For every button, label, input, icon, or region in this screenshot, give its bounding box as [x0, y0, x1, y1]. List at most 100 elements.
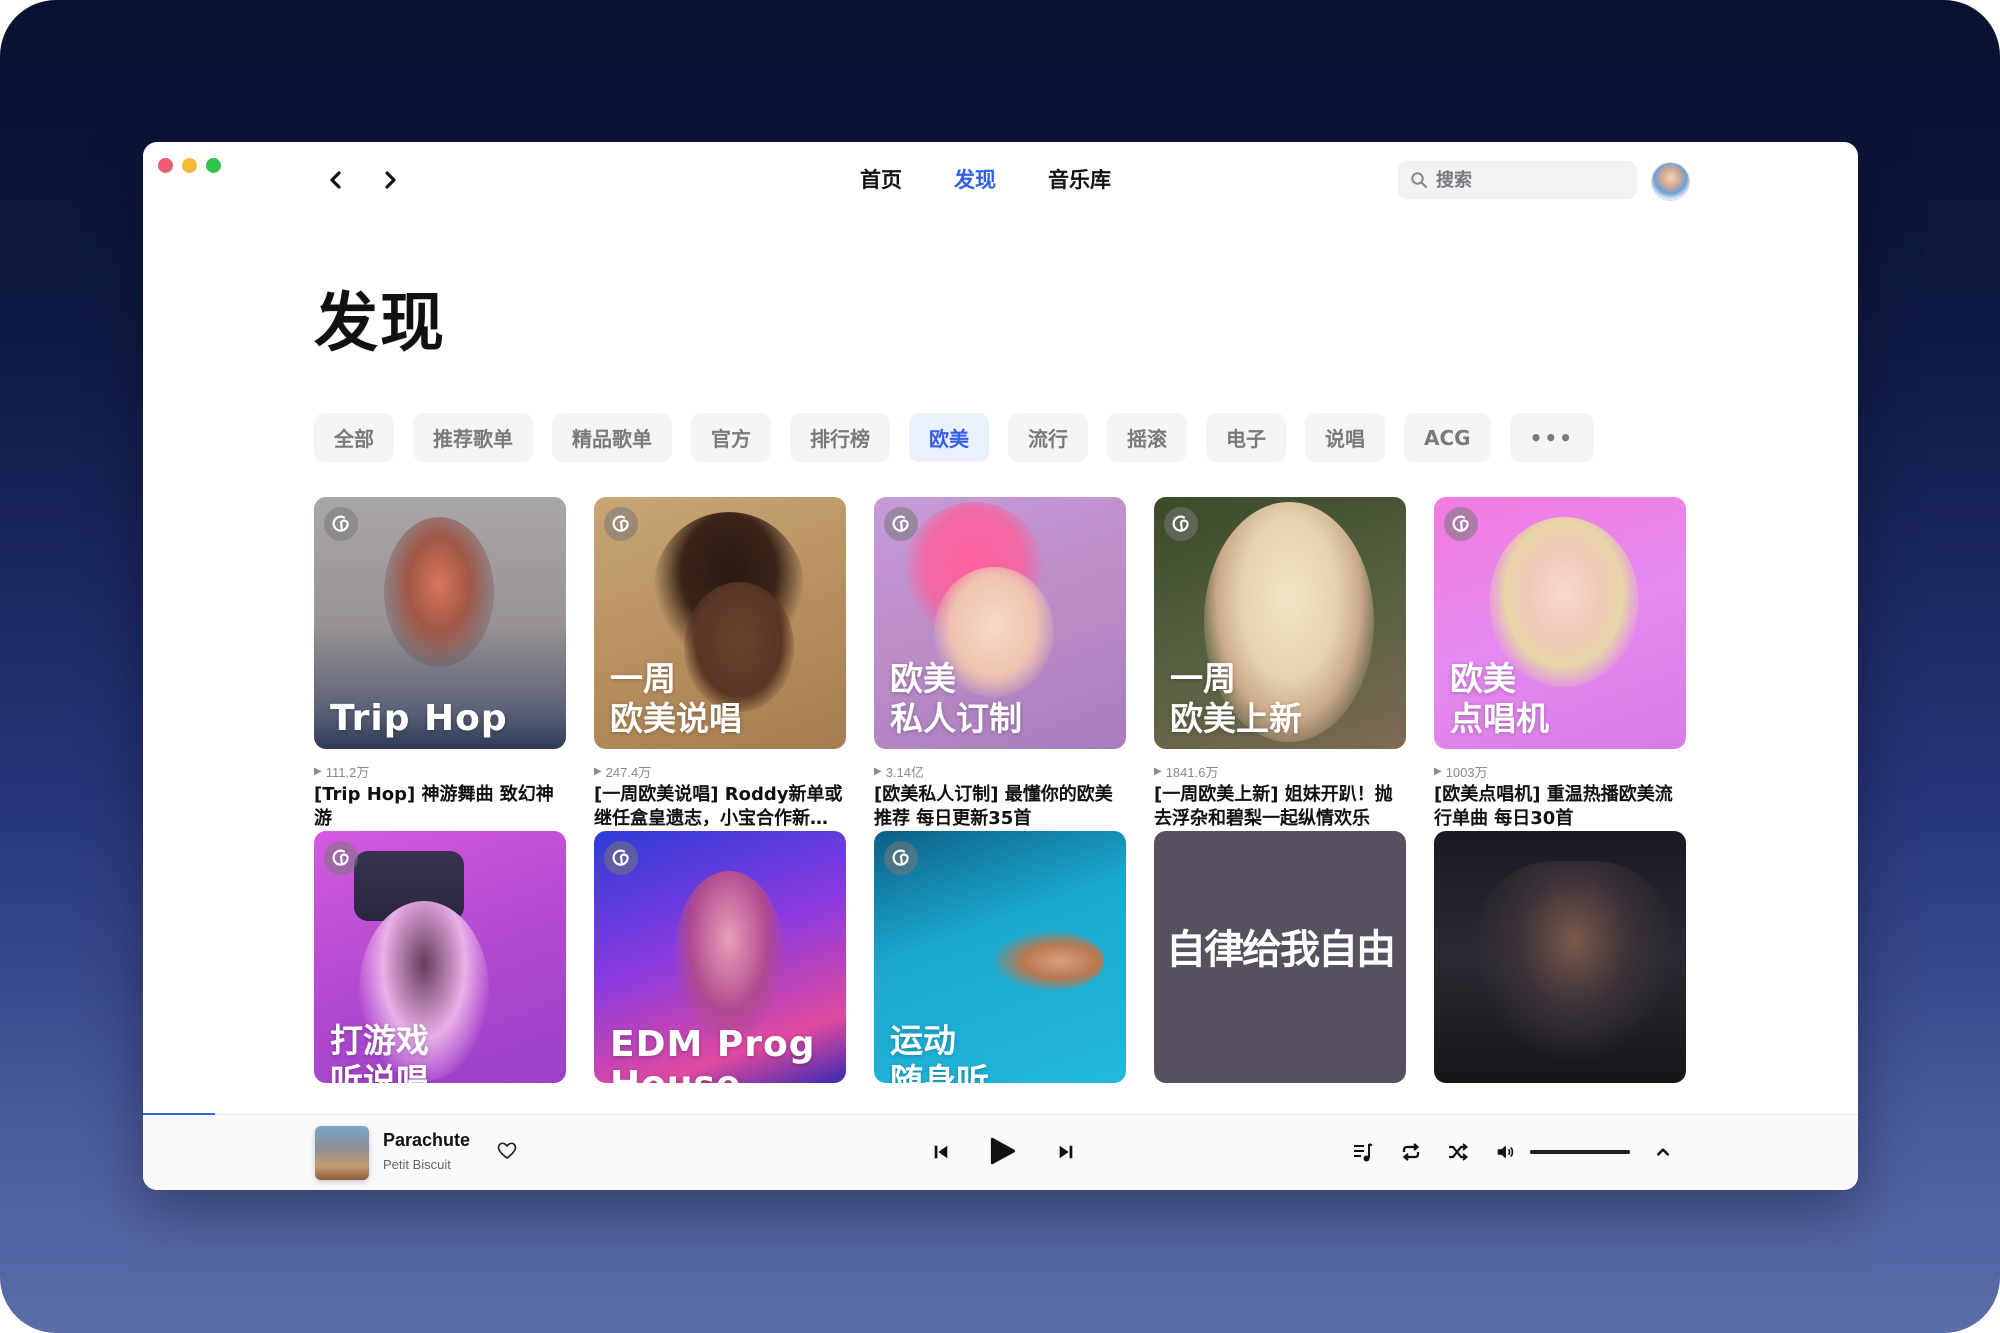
minimize-window-button[interactable] — [182, 158, 197, 173]
overlay-line: 运动 — [890, 1021, 956, 1060]
playlist-card[interactable]: 一周 欧美说唱 ▶ 247.4万 [一周欧美说唱] Roddy新单或继任盒皇遗志，… — [594, 497, 846, 831]
play-count-icon: ▶ — [314, 765, 322, 777]
previous-icon — [934, 1145, 948, 1159]
overlay-line: 私人订制 — [890, 699, 1022, 738]
playlist-cover[interactable]: 打游戏 听说唱 — [314, 831, 566, 1083]
repeat-button[interactable] — [1398, 1139, 1424, 1165]
maximize-window-button[interactable] — [206, 158, 221, 173]
playlist-card[interactable]: 欧美 私人订制 ▶ 3.14亿 [欧美私人订制] 最懂你的欧美推荐 每日更新35首 — [874, 497, 1126, 831]
category-chip-premium[interactable]: 精品歌单 — [552, 413, 672, 462]
play-count: ▶ 3.14亿 — [874, 763, 1126, 780]
category-chip-pop[interactable]: 流行 — [1008, 413, 1088, 462]
play-count: ▶ 247.4万 — [594, 763, 846, 780]
tab-discover[interactable]: 发现 — [954, 164, 996, 194]
playlist-cover[interactable]: 一周 欧美上新 — [1154, 497, 1406, 749]
playback-progress-bar[interactable] — [143, 1113, 1858, 1115]
cover-artwork — [384, 517, 494, 667]
playlist-cover[interactable]: 一周 欧美说唱 — [594, 497, 846, 749]
more-categories-button[interactable]: ••• — [1509, 413, 1594, 462]
like-button[interactable] — [496, 1140, 518, 1162]
playlist-title[interactable]: [一周欧美说唱] Roddy新单或继任盒皇遗志，小宝合作新… — [594, 783, 846, 831]
playlist-card[interactable]: 运动 随身听 — [874, 831, 1126, 1083]
now-playing-cover[interactable] — [315, 1126, 369, 1180]
category-chip-recommended[interactable]: 推荐歌单 — [413, 413, 533, 462]
play-count: ▶ 111.2万 — [314, 763, 566, 780]
volume-button[interactable] — [1492, 1139, 1518, 1165]
cover-artwork — [994, 931, 1104, 991]
overlay-line: House — [610, 1065, 815, 1084]
category-filter-bar: 全部 推荐歌单 精品歌单 官方 排行榜 欧美 流行 摇滚 电子 说唱 ACG •… — [314, 413, 1594, 462]
category-chip-western[interactable]: 欧美 — [909, 413, 989, 462]
category-chip-acg[interactable]: ACG — [1404, 413, 1491, 462]
page-title: 发现 — [314, 287, 446, 361]
playlist-cover[interactable]: 运动 随身听 — [874, 831, 1126, 1083]
close-window-button[interactable] — [158, 158, 173, 173]
netease-logo-icon — [1444, 507, 1478, 541]
playlist-title[interactable]: [Trip Hop] 神游舞曲 致幻神游 — [314, 783, 566, 831]
playlist-cover[interactable] — [1434, 831, 1686, 1083]
volume-slider[interactable] — [1530, 1150, 1630, 1154]
cover-overlay-text: Trip Hop — [330, 699, 508, 739]
playlist-card[interactable] — [1434, 831, 1686, 1083]
category-chip-electronic[interactable]: 电子 — [1206, 413, 1286, 462]
playlist-cover[interactable]: 自律给我自由 — [1154, 831, 1406, 1083]
cover-overlay-text: 欧美 私人订制 — [890, 659, 1022, 739]
now-playing-title[interactable]: Parachute — [383, 1130, 470, 1151]
tab-home[interactable]: 首页 — [860, 164, 902, 194]
play-count-icon: ▶ — [1434, 765, 1442, 777]
playlist-card[interactable]: EDM Prog House — [594, 831, 846, 1083]
category-chip-official[interactable]: 官方 — [691, 413, 771, 462]
play-count-icon: ▶ — [874, 765, 882, 777]
next-button[interactable] — [1053, 1139, 1079, 1165]
heart-icon — [497, 1142, 517, 1159]
shuffle-icon — [1449, 1143, 1469, 1161]
overlay-line: 欧美上新 — [1170, 699, 1302, 738]
back-button[interactable] — [323, 166, 347, 194]
chevron-left-icon — [330, 171, 341, 189]
cover-artwork — [1474, 861, 1674, 1061]
playlist-cover[interactable]: 欧美 点唱机 — [1434, 497, 1686, 749]
playlist-cover[interactable]: Trip Hop — [314, 497, 566, 749]
shuffle-button[interactable] — [1445, 1139, 1471, 1165]
playlist-row: Trip Hop ▶ 111.2万 [Trip Hop] 神游舞曲 致幻神游 一周 — [314, 497, 1686, 831]
cover-overlay-text: 打游戏 听说唱 — [330, 1021, 429, 1083]
play-count-value: 247.4万 — [605, 764, 652, 780]
playlist-button[interactable] — [1350, 1139, 1376, 1165]
forward-button[interactable] — [379, 166, 403, 194]
search-box[interactable] — [1398, 161, 1637, 199]
netease-logo-icon — [884, 507, 918, 541]
previous-button[interactable] — [928, 1139, 954, 1165]
overlay-line: 随身听 — [890, 1061, 989, 1083]
playlist-cover[interactable]: EDM Prog House — [594, 831, 846, 1083]
category-chip-rap[interactable]: 说唱 — [1305, 413, 1385, 462]
next-icon — [1059, 1145, 1073, 1159]
tab-library[interactable]: 音乐库 — [1048, 164, 1111, 194]
overlay-line: 一周 — [1170, 659, 1236, 698]
playlist-card[interactable]: 一周 欧美上新 ▶ 1841.6万 [一周欧美上新] 姐妹开趴！抛去浮杂和碧梨一起… — [1154, 497, 1406, 831]
playlist-title[interactable]: [欧美私人订制] 最懂你的欧美推荐 每日更新35首 — [874, 783, 1126, 831]
playlist-card[interactable]: 欧美 点唱机 ▶ 1003万 [欧美点唱机] 重温热播欧美流行单曲 每日30首 — [1434, 497, 1686, 831]
playlist-title[interactable]: [欧美点唱机] 重温热播欧美流行单曲 每日30首 — [1434, 783, 1686, 831]
netease-logo-icon — [604, 507, 638, 541]
overlay-line: 欧美 — [890, 659, 956, 698]
category-chip-all[interactable]: 全部 — [314, 413, 394, 462]
search-input[interactable] — [1434, 168, 1618, 192]
playlist-grid: Trip Hop ▶ 111.2万 [Trip Hop] 神游舞曲 致幻神游 一周 — [314, 497, 1686, 1083]
playlist-card[interactable]: 自律给我自由 — [1154, 831, 1406, 1083]
cover-overlay-text: 运动 随身听 — [890, 1021, 989, 1083]
play-button[interactable] — [983, 1131, 1023, 1171]
playlist-cover[interactable]: 欧美 私人订制 — [874, 497, 1126, 749]
now-playing-artist[interactable]: Petit Biscuit — [383, 1157, 451, 1172]
play-icon — [990, 1137, 1016, 1165]
playlist-card[interactable]: 打游戏 听说唱 — [314, 831, 566, 1083]
overlay-line: 听说唱 — [330, 1061, 429, 1083]
playlist-card[interactable]: Trip Hop ▶ 111.2万 [Trip Hop] 神游舞曲 致幻神游 — [314, 497, 566, 831]
overlay-line: EDM Prog — [610, 1024, 816, 1065]
repeat-icon — [1402, 1143, 1420, 1161]
expand-player-button[interactable] — [1650, 1139, 1676, 1165]
user-avatar[interactable] — [1651, 162, 1690, 201]
category-chip-rock[interactable]: 摇滚 — [1107, 413, 1187, 462]
playlist-title[interactable]: [一周欧美上新] 姐妹开趴！抛去浮杂和碧梨一起纵情欢乐 — [1154, 783, 1406, 831]
category-chip-charts[interactable]: 排行榜 — [790, 413, 890, 462]
play-count-icon: ▶ — [594, 765, 602, 777]
